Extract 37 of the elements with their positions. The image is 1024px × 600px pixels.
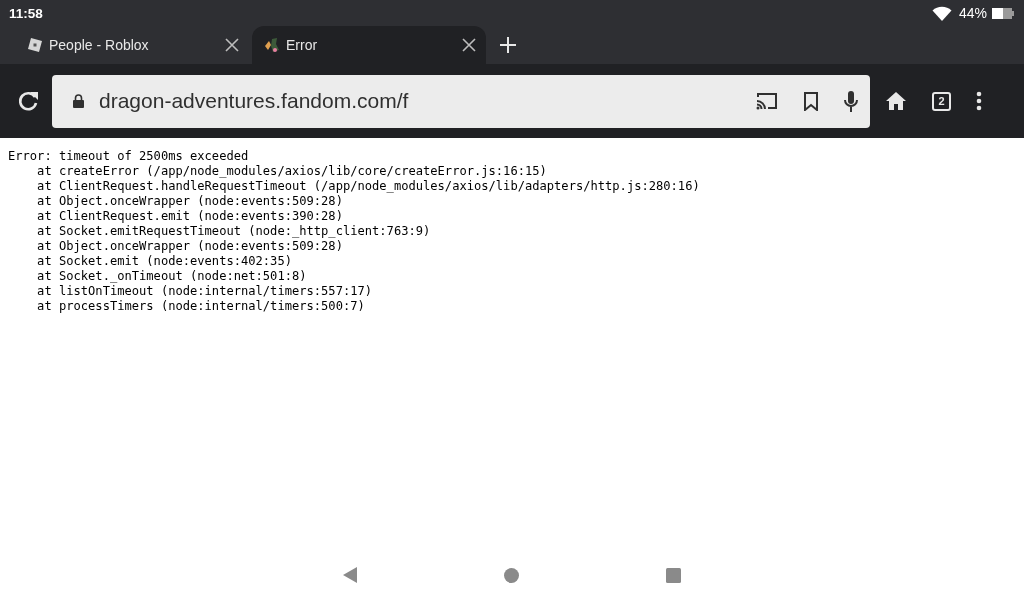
stack-trace-line: at ClientRequest.emit (node:events:390:28) [36, 209, 344, 224]
stack-trace-line: at Object.onceWrapper (node:events:509:28) [36, 239, 344, 254]
lock-icon [73, 94, 84, 108]
clock-time: 11:58 [9, 5, 43, 21]
roblox-favicon-icon [27, 37, 43, 53]
new-tab-icon[interactable] [499, 36, 517, 54]
stack-trace-line: at Socket.emitRequestTimeout (node:_http_client:763:9) [36, 224, 432, 239]
stack-trace-line: at listOnTimeout (node:internal/timers:557:17) [36, 284, 374, 299]
stack-trace-line: at Socket.emit (node:events:402:35) [36, 254, 293, 269]
dragon-favicon-icon [264, 37, 280, 53]
battery-icon [992, 7, 1014, 19]
bookmark-icon[interactable] [804, 91, 818, 111]
recents-icon[interactable] [666, 567, 681, 583]
stack-trace-line: at processTimers (node:internal/timers:500:7) [36, 299, 366, 314]
tab-title: People - Roblox [49, 37, 150, 53]
url-text: dragon-adventures.fandom.com/f [99, 89, 410, 113]
more-menu-icon[interactable] [976, 91, 982, 111]
microphone-icon[interactable] [844, 90, 858, 112]
wifi-icon [931, 5, 952, 21]
browser-tab[interactable]: Error [252, 26, 486, 64]
stack-trace-line: at ClientRequest.handleRequestTimeout (/app/node_modules/axios/lib/adapters/http.js:280:16) [36, 179, 701, 194]
close-icon[interactable] [225, 38, 239, 52]
tab-switcher-button[interactable]: 2 [932, 91, 951, 111]
stack-trace-line: at createError (/app/node_modules/axios/lib/core/createError.js:16:15) [36, 164, 548, 179]
browser-tab[interactable]: People - Roblox [15, 26, 249, 64]
stack-trace-line: at Socket._onTimeout (node:net:501:8) [36, 269, 308, 284]
cast-icon[interactable] [756, 92, 778, 110]
back-icon[interactable] [343, 567, 357, 583]
address-bar[interactable]: dragon-adventures.fandom.com/f [52, 74, 870, 128]
reload-icon[interactable] [17, 90, 39, 112]
battery-percentage: 44% [958, 5, 987, 21]
home-icon[interactable] [885, 91, 907, 111]
home-circle-icon[interactable] [504, 567, 519, 583]
tab-title: Error [286, 37, 319, 53]
stack-trace-line: at Object.onceWrapper (node:events:509:28) [36, 194, 344, 209]
close-icon[interactable] [462, 38, 476, 52]
error-message: Error: timeout of 2500ms exceeded [8, 149, 250, 164]
